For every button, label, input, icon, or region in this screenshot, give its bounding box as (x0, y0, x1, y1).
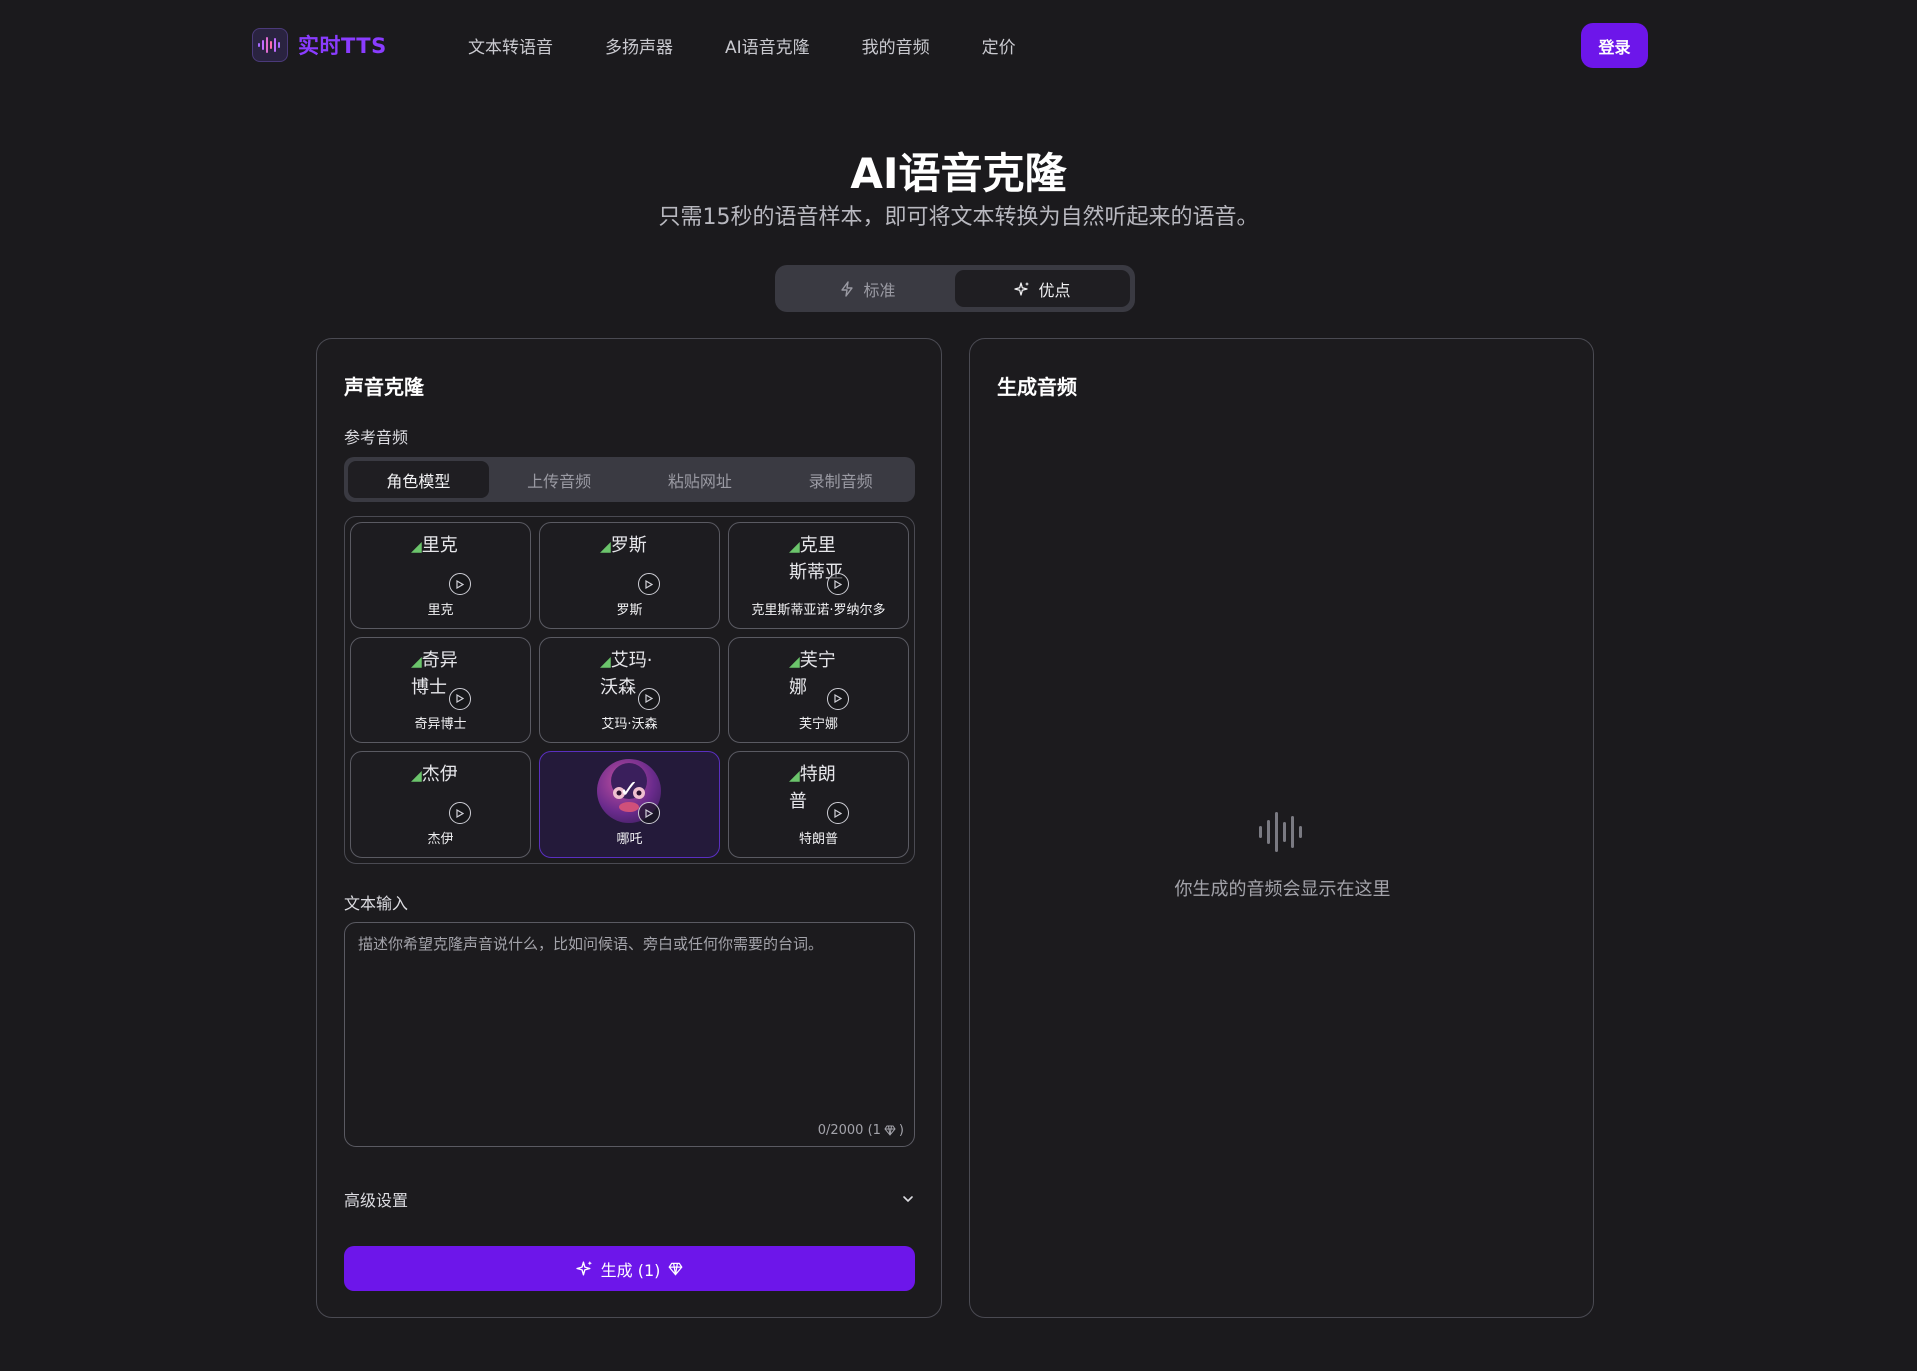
page-subtitle: 只需15秒的语音样本，即可将文本转换为自然听起来的语音。 (658, 205, 1259, 230)
empty-state-text: 你生成的音频会显示在这里 (1174, 879, 1391, 900)
logo-text: 实时TTS (298, 34, 387, 58)
main-nav: 文本转语音 多扬声器 AI语音克隆 我的音频 定价 (468, 33, 1016, 58)
voice-grid: ◢里克 里克 ◢罗斯 罗斯 ◢克里斯蒂亚 克里斯蒂亚诺·罗纳尔多 ◢奇异博士 奇… (344, 516, 915, 864)
page-title: AI语音克隆 (850, 149, 1067, 198)
generated-audio-title: 生成音频 (997, 375, 1077, 399)
voice-name: 里克 (427, 602, 454, 618)
play-icon[interactable] (827, 687, 849, 710)
voice-card-ronaldo[interactable]: ◢克里斯蒂亚 克里斯蒂亚诺·罗纳尔多 (728, 522, 909, 629)
voice-name: 芙宁娜 (798, 717, 838, 733)
nav-text-to-speech[interactable]: 文本转语音 (468, 33, 553, 58)
voice-card-trump[interactable]: ◢特朗普 特朗普 (728, 751, 909, 858)
voice-name: 特朗普 (798, 831, 838, 847)
waveform-icon (1258, 812, 1302, 852)
nav-pricing[interactable]: 定价 (982, 33, 1016, 58)
text-input-box: 0/2000 (1 ) (344, 922, 915, 1147)
reference-tabs: 角色模型 上传音频 粘贴网址 录制音频 (344, 457, 915, 502)
login-button[interactable]: 登录 (1581, 23, 1648, 68)
play-icon[interactable] (827, 573, 849, 595)
voice-clone-panel: 声音克隆 参考音频 角色模型 上传音频 粘贴网址 录制音频 ◢里克 里克 ◢罗斯… (316, 338, 942, 1318)
advanced-settings-toggle[interactable]: 高级设置 (344, 1184, 915, 1214)
chevron-down-icon (903, 1196, 913, 1203)
check-icon: ✓ (618, 775, 640, 804)
tab-paste-url[interactable]: 粘贴网址 (630, 461, 771, 498)
tab-character-model[interactable]: 角色模型 (348, 461, 489, 498)
mode-standard[interactable]: 标准 (780, 270, 955, 307)
play-icon[interactable] (449, 802, 471, 825)
mode-pro-label: 优点 (1038, 280, 1071, 300)
voice-card-emma-watson[interactable]: ◢艾玛·沃森 艾玛·沃森 (539, 636, 720, 744)
voice-card-jay[interactable]: ◢杰伊 杰伊 (350, 751, 531, 858)
char-counter-text: 0/2000 (1 (817, 1123, 881, 1138)
voice-clone-title: 声音克隆 (344, 375, 424, 399)
waveform-icon (252, 28, 288, 62)
nav-multi-speaker[interactable]: 多扬声器 (605, 33, 673, 58)
generate-button[interactable]: 生成 (1) (344, 1246, 915, 1291)
gem-icon (668, 1262, 683, 1276)
logo[interactable]: 实时TTS (252, 28, 387, 62)
gem-icon (884, 1125, 896, 1136)
play-icon[interactable] (827, 802, 849, 825)
voice-name: 艾玛·沃森 (601, 717, 658, 733)
voice-card-nezha[interactable]: ✓ 哪吒 (539, 751, 720, 858)
voice-card-furina[interactable]: ◢芙宁娜 芙宁娜 (728, 636, 909, 744)
char-counter: 0/2000 (1 ) (817, 1123, 904, 1138)
advanced-settings-label: 高级设置 (344, 1191, 409, 1210)
text-input-label: 文本输入 (344, 894, 409, 913)
mode-pro[interactable]: 优点 (955, 270, 1130, 307)
mode-standard-label: 标准 (863, 280, 896, 300)
voice-name: 罗斯 (616, 602, 643, 618)
voice-name: 克里斯蒂亚诺·罗纳尔多 (751, 602, 886, 618)
sparkle-icon (575, 1261, 592, 1276)
empty-state: 你生成的音频会显示在这里 (970, 809, 1595, 901)
play-icon[interactable] (638, 573, 660, 595)
tab-upload-audio[interactable]: 上传音频 (489, 461, 630, 498)
play-icon[interactable] (449, 573, 471, 595)
voice-card-ross[interactable]: ◢罗斯 罗斯 (539, 522, 720, 629)
lightning-icon (841, 280, 854, 297)
voice-name: 哪吒 (616, 831, 643, 847)
generate-label: 生成 (1) (600, 1260, 661, 1280)
mode-switch: 标准 优点 (775, 265, 1135, 312)
text-input[interactable] (345, 923, 914, 1146)
voice-name: 杰伊 (427, 831, 454, 847)
nav-my-audio[interactable]: 我的音频 (862, 33, 930, 58)
reference-audio-label: 参考音频 (344, 428, 409, 447)
play-icon[interactable] (638, 687, 660, 710)
sparkle-icon (1014, 281, 1030, 296)
voice-card-rick[interactable]: ◢里克 里克 (350, 522, 531, 629)
play-icon[interactable] (449, 687, 471, 710)
nav-voice-clone[interactable]: AI语音克隆 (725, 33, 810, 58)
tab-record-audio[interactable]: 录制音频 (770, 461, 911, 498)
top-header: 实时TTS 文本转语音 多扬声器 AI语音克隆 我的音频 定价 登录 (0, 0, 1917, 90)
voice-card-doctor-strange[interactable]: ◢奇异博士 奇异博士 (350, 636, 531, 744)
voice-name: 奇异博士 (414, 717, 467, 733)
generated-audio-panel: 生成音频 你生成的音频会显示在这里 (969, 338, 1594, 1318)
